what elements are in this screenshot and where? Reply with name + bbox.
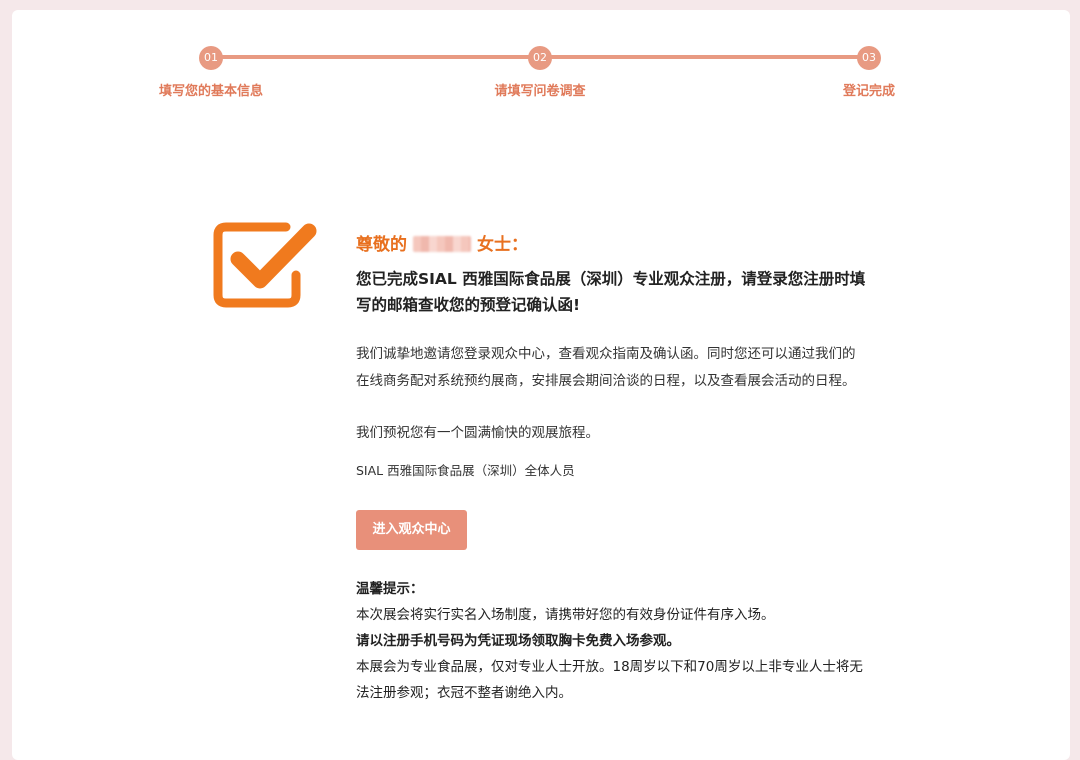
- greeting-suffix: 女士：: [477, 235, 528, 255]
- confirmation-headline: 您已完成SIAL 西雅国际食品展（深圳）专业观众注册，请登录您注册时填写的邮箱查…: [356, 270, 866, 314]
- signature: SIAL 西雅国际食品展（深圳）全体人员: [356, 463, 575, 478]
- tips-line-3: 本展会为专业食品展，仅对专业人士开放。18周岁以下和70周岁以上非专业人士将无法…: [356, 659, 863, 701]
- tips-line-2: 请以注册手机号码为凭证现场领取胸卡免费入场参观。: [356, 633, 680, 649]
- confirmation-content: 尊敬的 女士： 您已完成SIAL 西雅国际食品展（深圳）专业观众注册，请登录您注册…: [356, 228, 866, 706]
- step-2-dot: 02: [528, 46, 552, 70]
- greeting-prefix: 尊敬的: [356, 235, 407, 255]
- step-1-dot: 01: [199, 46, 223, 70]
- step-3-dot: 03: [857, 46, 881, 70]
- check-square-icon: [213, 222, 317, 308]
- step-3-label: 登记完成: [842, 84, 896, 99]
- greeting: 尊敬的 女士：: [356, 228, 866, 262]
- invitation-paragraph: 我们诚挚地邀请您登录观众中心，查看观众指南及确认函。同时您还可以通过我们的在线商…: [356, 346, 856, 389]
- step-1-label: 填写您的基本信息: [158, 84, 264, 99]
- enter-visitor-center-button[interactable]: 进入观众中心: [356, 510, 467, 550]
- tips-line-1: 本次展会将实行实名入场制度，请携带好您的有效身份证件有序入场。: [356, 607, 775, 623]
- wishes-paragraph: 我们预祝您有一个圆满愉快的观展旅程。: [356, 425, 599, 441]
- step-2-label: 请填写问卷调查: [494, 84, 586, 99]
- progress-steps: 01 02 03 填写您的基本信息 请填写问卷调查 登记完成: [0, 0, 1080, 110]
- tips-section: 温馨提示： 本次展会将实行实名入场制度，请携带好您的有效身份证件有序入场。 请以…: [356, 576, 866, 706]
- blurred-name: [413, 236, 471, 252]
- tips-title: 温馨提示：: [356, 581, 424, 597]
